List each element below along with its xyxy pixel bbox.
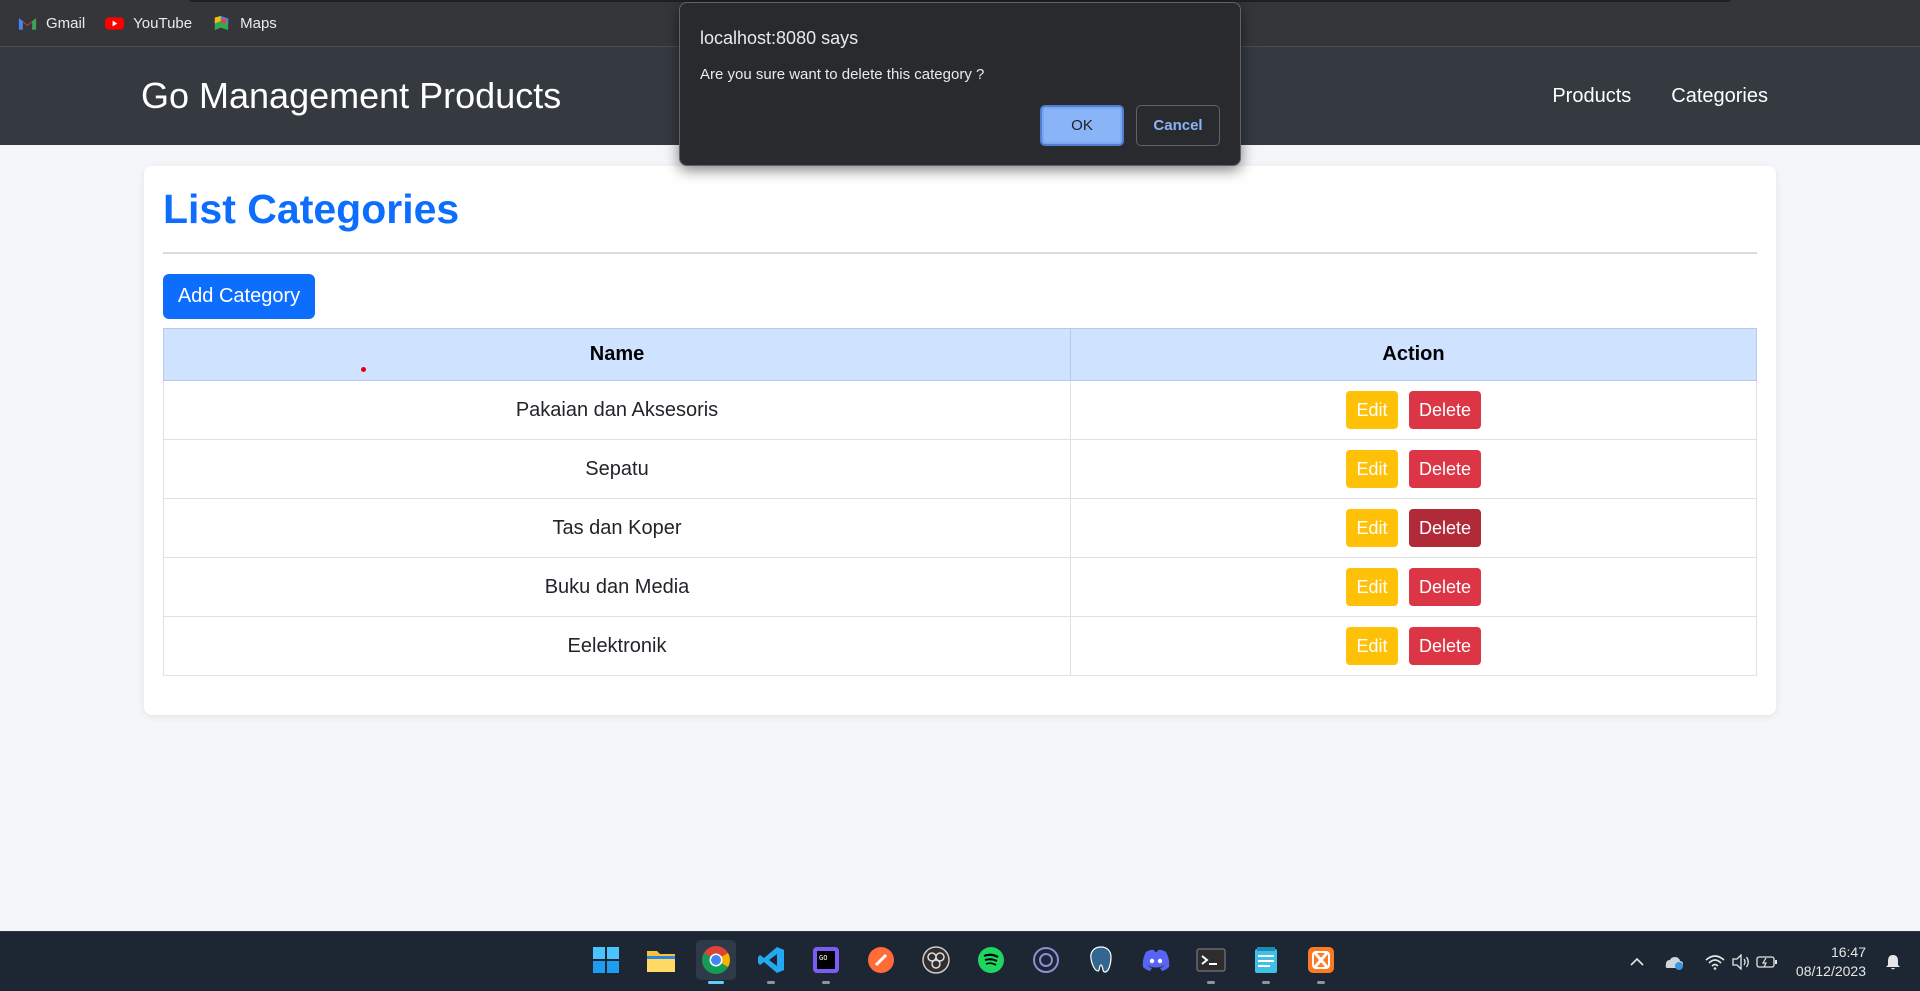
- delete-button[interactable]: Delete: [1409, 450, 1481, 488]
- volume-icon[interactable]: [1728, 949, 1754, 975]
- cancel-button[interactable]: Cancel: [1136, 105, 1220, 146]
- bookmark-label: Maps: [240, 14, 277, 32]
- windows-start-icon[interactable]: [586, 940, 626, 980]
- youtube-icon: [105, 16, 125, 30]
- edit-button[interactable]: Edit: [1346, 391, 1398, 429]
- category-name: Sepatu: [163, 439, 1071, 499]
- dialog-title: localhost:8080 says: [700, 28, 859, 48]
- brand-title[interactable]: Go Management Products: [141, 75, 561, 117]
- delete-button[interactable]: Delete: [1409, 627, 1481, 665]
- category-name: Eelektronik: [163, 616, 1071, 676]
- notification-bell-icon[interactable]: [1880, 949, 1906, 975]
- add-category-button[interactable]: Add Category: [163, 274, 315, 319]
- category-name: Buku dan Media: [163, 557, 1071, 617]
- goland-icon[interactable]: GO: [806, 940, 846, 984]
- edit-button[interactable]: Edit: [1346, 627, 1398, 665]
- category-name: Pakaian dan Aksesoris: [163, 380, 1071, 440]
- table-row: Buku dan Media Edit Delete: [163, 557, 1757, 617]
- action-cell: Edit Delete: [1070, 498, 1757, 558]
- action-cell: Edit Delete: [1070, 380, 1757, 440]
- delete-button[interactable]: Delete: [1409, 509, 1481, 547]
- table-row: Pakaian dan Aksesoris Edit Delete: [163, 380, 1757, 440]
- onedrive-icon[interactable]: [1660, 949, 1686, 975]
- category-name: Tas dan Koper: [163, 498, 1071, 558]
- edit-button[interactable]: Edit: [1346, 450, 1398, 488]
- delete-button[interactable]: Delete: [1409, 568, 1481, 606]
- file-explorer-icon[interactable]: [641, 940, 681, 980]
- wifi-icon[interactable]: [1702, 949, 1728, 975]
- maps-icon: [214, 15, 229, 30]
- edit-button[interactable]: Edit: [1346, 509, 1398, 547]
- terminal-icon[interactable]: [1191, 940, 1231, 984]
- categories-table: Name Action Pakaian dan Aksesoris Edit D…: [163, 328, 1757, 676]
- postman-icon[interactable]: [861, 940, 901, 980]
- table-row: Eelektronik Edit Delete: [163, 616, 1757, 676]
- chevron-up-icon[interactable]: [1624, 949, 1650, 975]
- nav-links: Products Categories: [1552, 85, 1768, 108]
- bookmark-youtube[interactable]: YouTube: [105, 15, 192, 32]
- table-row: Sepatu Edit Delete: [163, 439, 1757, 499]
- nav-link-categories[interactable]: Categories: [1671, 85, 1768, 108]
- xampp-icon[interactable]: [1301, 940, 1341, 984]
- divider: [163, 252, 1757, 254]
- action-cell: Edit Delete: [1070, 439, 1757, 499]
- taskbar: GO 16:47 08/12/2023: [0, 931, 1920, 991]
- system-tray: 16:47 08/12/2023: [1624, 932, 1920, 991]
- spotify-icon[interactable]: [971, 940, 1011, 980]
- notepad-icon[interactable]: [1246, 940, 1286, 984]
- table-row: Tas dan Koper Edit Delete: [163, 498, 1757, 558]
- battery-icon[interactable]: [1754, 949, 1780, 975]
- action-cell: Edit Delete: [1070, 557, 1757, 617]
- bookmark-maps[interactable]: Maps: [212, 15, 277, 32]
- clock[interactable]: 16:47 08/12/2023: [1796, 943, 1866, 981]
- delete-button[interactable]: Delete: [1409, 391, 1481, 429]
- svg-text:GO: GO: [819, 954, 827, 962]
- vscode-icon[interactable]: [751, 940, 791, 984]
- confirm-dialog: localhost:8080 says Are you sure want to…: [679, 2, 1241, 166]
- column-header-name: Name: [163, 328, 1071, 381]
- categories-card: List Categories Add Category Name Action…: [144, 166, 1776, 715]
- action-cell: Edit Delete: [1070, 616, 1757, 676]
- table-header-row: Name Action: [163, 328, 1757, 381]
- obs-icon[interactable]: [916, 940, 956, 980]
- cursor-marker: [361, 367, 366, 372]
- gmail-icon: [18, 17, 37, 30]
- chrome-icon[interactable]: [696, 940, 736, 984]
- edge-browser-icon[interactable]: [1026, 940, 1066, 980]
- taskbar-apps: GO: [586, 940, 1341, 984]
- discord-icon[interactable]: [1136, 940, 1176, 980]
- clock-date: 08/12/2023: [1795, 963, 1866, 979]
- bookmark-label: YouTube: [133, 14, 193, 32]
- edit-button[interactable]: Edit: [1346, 568, 1398, 606]
- bookmark-label: Gmail: [46, 14, 86, 32]
- postgresql-icon[interactable]: [1081, 940, 1121, 980]
- ok-button[interactable]: OK: [1040, 105, 1124, 146]
- page-title: List Categories: [163, 186, 460, 232]
- nav-link-products[interactable]: Products: [1552, 85, 1631, 108]
- column-header-action: Action: [1070, 328, 1757, 381]
- bookmark-gmail[interactable]: Gmail: [18, 15, 85, 32]
- dialog-message: Are you sure want to delete this categor…: [700, 66, 985, 83]
- clock-time: 16:47: [1830, 944, 1866, 960]
